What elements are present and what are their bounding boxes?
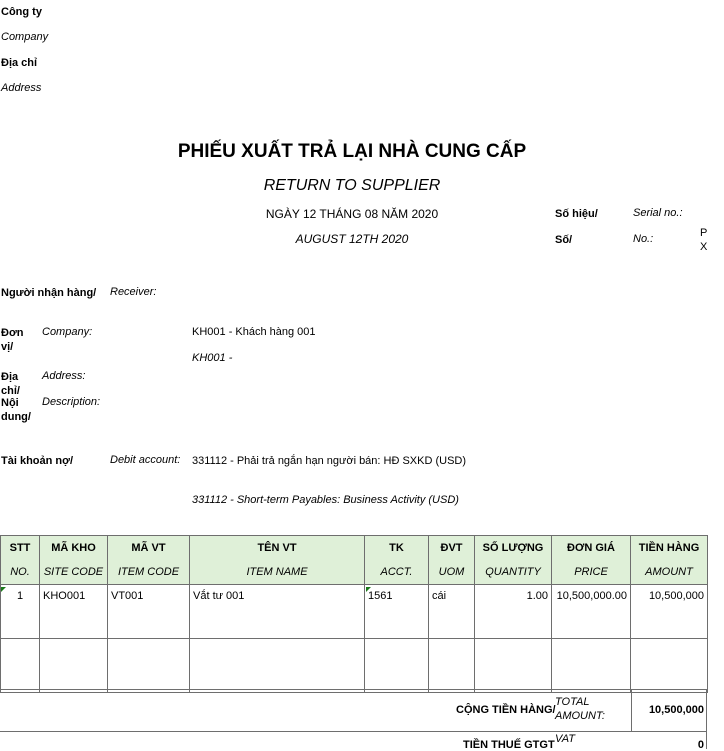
table-row: 1 KHO001 VT001 Vắt tư 001 1561 cái 1.00 … [0,584,708,639]
unit-label-line1: Đơn [1,327,24,339]
no-label: Số/ [555,234,573,246]
cell-amount: 10,500,000 [630,584,708,639]
debit-account-label-en: Debit account: [110,454,181,466]
unit-label-en: Company: [42,326,93,338]
unit-value-en: KH001 - [192,352,233,364]
cell-marker-icon [1,587,6,592]
cell-empty [39,638,108,693]
total-amount-label: CỘNG TIỀN HÀNG/ [456,704,556,716]
header-site-code-en: SITE CODE [39,560,108,585]
description-label-en: Description: [42,396,101,408]
header-amount: TIỀN HÀNG [630,535,708,560]
cell-item-code: VT001 [107,584,190,639]
header-item-name: TÊN VT [189,535,365,560]
header-item-code-en: ITEM CODE [107,560,190,585]
table-row-empty [0,638,708,693]
date-en: AUGUST 12TH 2020 [295,232,409,246]
address-field-label-line2: chỉ/ [1,385,20,397]
cell-quantity: 1.00 [474,584,552,639]
totals-right-border [706,689,707,749]
cell-empty [189,638,365,693]
header-acct-en: ACCT. [364,560,429,585]
total-amount-label-en-line2: AMOUNT: [555,710,605,722]
address-label-en: Address [1,82,42,94]
cell-empty [474,638,552,693]
debit-account-value-vn: 331112 - Phải trả ngắn hạn người bán: HĐ… [192,455,467,467]
serial-value-line2: X [700,241,708,253]
header-amount-en: AMOUNT [630,560,708,585]
debit-account-label: Tài khoản nợ/ [1,455,73,467]
header-price: ĐƠN GIÁ [551,535,631,560]
cell-empty [107,638,190,693]
vat-label-en: VAT [555,733,575,745]
totals-divider [0,689,707,690]
receiver-label: Người nhận hàng/ [1,287,97,299]
address-field-label-line1: Địa [1,371,19,383]
date-vn: NGÀY 12 THÁNG 08 NĂM 2020 [265,207,439,221]
debit-account-value-en: 331112 - Short-term Payables: Business A… [192,494,459,506]
header-item-code: MÃ VT [107,535,190,560]
company-label: Công ty [1,6,42,18]
address-field-label-en: Address: [42,370,86,382]
items-table: STT MÃ KHO MÃ VT TÊN VT TK ĐVT SỐ LƯỢNG … [0,535,708,693]
header-quantity-en: QUANTITY [474,560,552,585]
document-subtitle: RETURN TO SUPPLIER [263,177,441,194]
cell-price: 10,500,000.00 [551,584,631,639]
serial-label-en: Serial no.: [633,207,683,219]
cell-empty [428,638,475,693]
header-site-code: MÃ KHO [39,535,108,560]
cell-marker-icon [366,587,371,592]
receiver-label-en: Receiver: [110,286,157,298]
vat-label: TIỀN THUẾ GTGT [463,739,555,751]
header-acct: TK [364,535,429,560]
cell-empty [0,638,40,693]
cell-empty [630,638,708,693]
total-amount-label-en-line1: TOTAL [555,696,590,708]
cell-empty [551,638,631,693]
header-stt: STT [0,535,40,560]
vat-divider [0,731,707,732]
unit-label-line2: vị/ [1,341,14,353]
cell-uom: cái [428,584,475,639]
header-item-name-en: ITEM NAME [189,560,365,585]
no-label-en: No.: [633,233,654,245]
header-uom-en: UOM [428,560,475,585]
cell-item-name: Vắt tư 001 [189,584,365,639]
vat-value: 0 [697,739,704,751]
header-uom: ĐVT [428,535,475,560]
description-label-line1: Nội [1,397,19,409]
cell-acct: 1561 [364,584,429,639]
unit-value-vn: KH001 - Khách hàng 001 [192,326,316,338]
header-price-en: PRICE [551,560,631,585]
cell-empty [364,638,429,693]
document-title: PHIẾU XUẤT TRẢ LẠI NHÀ CUNG CẤP [177,141,527,162]
serial-value-line1: P [700,227,708,239]
header-stt-en: NO. [0,560,40,585]
header-quantity: SỐ LƯỢNG [474,535,552,560]
address-label: Địa chỉ [1,57,38,69]
total-amount-value: 10,500,000 [648,704,704,716]
serial-label: Số hiệu/ [555,208,598,220]
description-label-line2: dung/ [1,411,31,423]
cell-site-code: KHO001 [39,584,108,639]
cell-stt: 1 [0,584,40,639]
company-label-en: Company [1,31,49,43]
